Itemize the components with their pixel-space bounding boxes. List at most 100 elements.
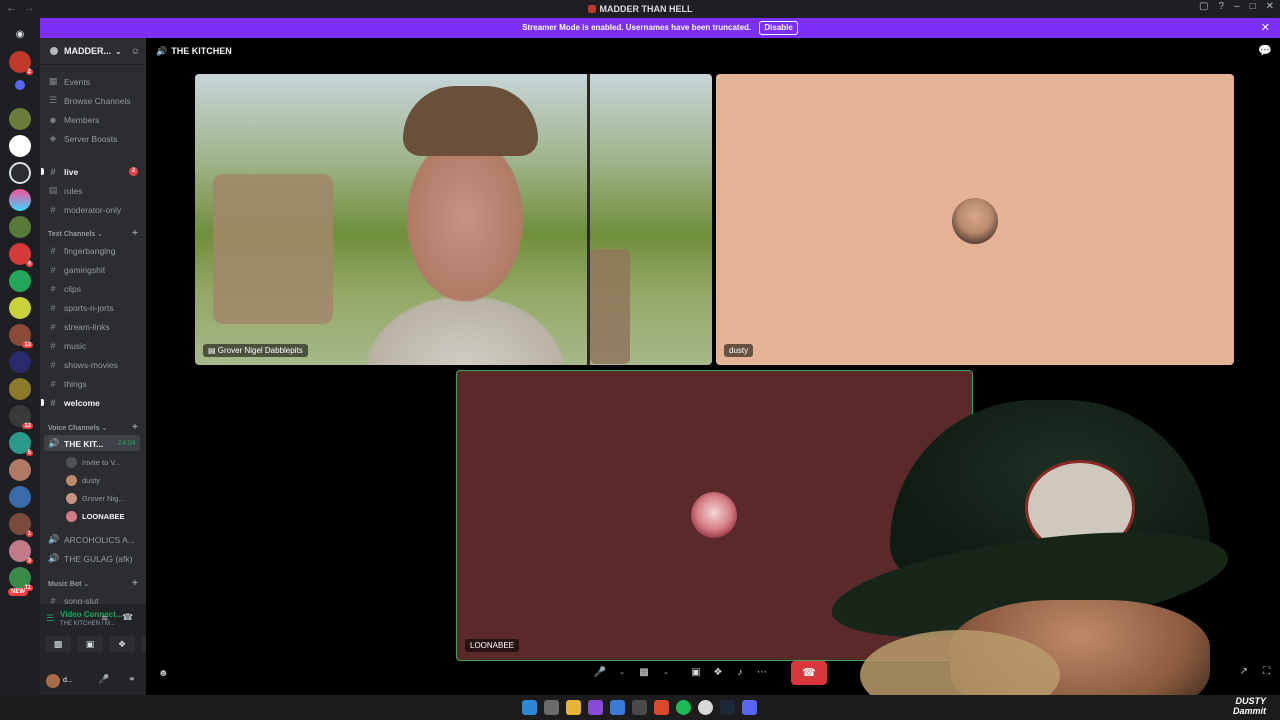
nav-server-boosts[interactable]: ◈ Server Boosts [48, 130, 118, 147]
server-icon[interactable]: 5 [9, 432, 33, 456]
disconnect-icon[interactable]: ☎ [122, 612, 133, 623]
channel-item[interactable]: # things [48, 375, 86, 392]
avatar[interactable] [46, 673, 60, 688]
server-header[interactable]: MADDER... ⌄ ☺ [40, 38, 146, 65]
voice-member[interactable]: Grover Nig... [66, 490, 125, 506]
discord-icon[interactable] [742, 700, 757, 715]
speaker-icon: 🔊 [48, 553, 60, 563]
server-icon[interactable]: 1 [9, 513, 33, 537]
channel-rules[interactable]: ▤ rules [48, 182, 83, 199]
nav-members[interactable]: ☻ Members [48, 111, 99, 128]
add-channel-icon[interactable]: + [132, 422, 138, 433]
screen-share-icon[interactable]: ▣ [77, 636, 103, 652]
channel-welcome[interactable]: # welcome [48, 394, 99, 411]
microphone-icon[interactable]: 🎤 [98, 674, 109, 685]
voice-channel-the-kitchen[interactable]: 🔊 THE KIT... [48, 435, 103, 452]
server-icon[interactable] [9, 216, 31, 238]
add-user-icon[interactable]: ☺ [131, 46, 140, 56]
close-icon[interactable]: ✕ [1261, 18, 1270, 38]
voice-member[interactable]: dusty [66, 472, 100, 488]
screen-share-icon[interactable]: ▣ [685, 662, 707, 684]
server-icon[interactable] [9, 108, 31, 130]
streamer-mode-banner: Streamer Mode is enabled. Usernames have… [40, 18, 1280, 38]
more-options-icon[interactable]: ⋯ [751, 662, 773, 684]
channel-item[interactable]: # fingerbanging [48, 242, 115, 259]
app-icon[interactable] [632, 700, 647, 715]
file-explorer-icon[interactable] [566, 700, 581, 715]
start-icon[interactable] [522, 700, 537, 715]
camera-off-icon[interactable]: ▩ [45, 636, 71, 652]
help-icon[interactable]: ? [1218, 1, 1224, 12]
server-icon[interactable] [9, 189, 31, 211]
server-icon[interactable]: 11 [9, 567, 33, 591]
chat-bubble-icon[interactable]: 💬 [1258, 44, 1272, 57]
chevron-down-icon[interactable]: ⌄ [611, 662, 633, 684]
hang-up-button[interactable]: ☎ [791, 661, 827, 685]
chevron-down-icon[interactable]: ⌄ [655, 662, 677, 684]
folder-icon[interactable] [15, 80, 25, 90]
activities-icon[interactable]: ❖ [109, 636, 135, 652]
activities-icon[interactable]: ❖ [707, 662, 729, 684]
app-icon[interactable] [588, 700, 603, 715]
voice-channel-item[interactable]: 🔊 THE GULAG (afk) [48, 550, 132, 567]
close-icon[interactable]: ✕ [1266, 1, 1274, 12]
server-logo-icon [587, 5, 596, 13]
app-icon[interactable] [610, 700, 625, 715]
voice-status[interactable]: Video Connect... [60, 610, 123, 619]
channel-moderator-only[interactable]: # moderator-only [48, 201, 121, 218]
chrome-icon[interactable] [698, 700, 713, 715]
channel-item[interactable]: # stream-links [48, 318, 109, 335]
channel-item[interactable]: # gamingshit [48, 261, 105, 278]
server-icon[interactable] [9, 135, 31, 157]
steam-icon[interactable] [720, 700, 735, 715]
noise-suppression-icon[interactable]: ≋ [101, 613, 109, 624]
invite-to-voice[interactable]: Invite to V... [66, 454, 121, 470]
server-icon[interactable] [9, 297, 31, 319]
nav-browse-channels[interactable]: ☰ Browse Channels [48, 92, 131, 109]
channel-item[interactable]: # clips [48, 280, 81, 297]
video-tile-dusty[interactable]: dusty [716, 74, 1234, 365]
server-icon[interactable] [9, 486, 31, 508]
add-channel-icon[interactable]: + [132, 228, 138, 239]
microphone-icon[interactable]: 🎤 [589, 662, 611, 684]
add-person-icon[interactable]: ☻ [158, 668, 169, 679]
channel-item[interactable]: # music [48, 337, 86, 354]
channel-item[interactable]: # shows-movies [48, 356, 117, 373]
server-icon[interactable] [9, 351, 31, 373]
nav-events[interactable]: ▦ Events [48, 73, 90, 90]
browser-icon[interactable] [654, 700, 669, 715]
server-icon[interactable]: 13 [9, 324, 33, 348]
camera-off-icon[interactable]: ▩ [633, 662, 655, 684]
minimize-icon[interactable]: – [1234, 1, 1240, 12]
call-controls: 🎤 ⌄ ▩ ⌄ ▣ ❖ ♪ ⋯ ☎ [589, 660, 827, 686]
server-icon[interactable]: 12 [9, 405, 33, 429]
voice-channel-item[interactable]: 🔊 ARCOHOLICS A... [48, 531, 135, 548]
speaker-icon: 🔊 [48, 438, 60, 448]
server-icon[interactable] [9, 162, 31, 184]
video-tile-grover[interactable]: ▤ Grover Nigel Dabblepits [195, 74, 712, 365]
server-icon[interactable]: 4 [9, 243, 33, 267]
task-view-icon[interactable] [544, 700, 559, 715]
hash-icon: # [50, 283, 56, 294]
server-icon[interactable] [9, 378, 31, 400]
disable-streamer-mode-button[interactable]: Disable [759, 21, 798, 35]
server-icon[interactable]: 3 [9, 540, 33, 564]
category-music-bot[interactable]: Music Bot ⌄ + [48, 578, 138, 589]
headphones-icon[interactable]: ⚭ [128, 674, 136, 685]
hash-icon: # [50, 340, 56, 351]
server-icon[interactable] [9, 270, 31, 292]
category-text-channels[interactable]: Text Channels ⌄ + [48, 228, 138, 239]
maximize-icon[interactable]: □ [1250, 1, 1256, 12]
channel-live[interactable]: # live [48, 163, 78, 180]
inbox-icon[interactable]: ▢ [1199, 1, 1208, 12]
participant-name-tag: ▤ Grover Nigel Dabblepits [203, 344, 308, 357]
category-voice-channels[interactable]: Voice Channels ⌄ + [48, 422, 138, 433]
discord-home-icon[interactable]: ◉ [9, 24, 31, 46]
voice-member[interactable]: LOONABEE [66, 508, 125, 524]
soundboard-icon[interactable]: ♪ [729, 662, 751, 684]
channel-item[interactable]: # sports-n-jorts [48, 299, 113, 316]
spotify-icon[interactable] [676, 700, 691, 715]
server-icon[interactable] [9, 459, 31, 481]
server-icon[interactable]: 2 [9, 51, 33, 75]
add-channel-icon[interactable]: + [132, 578, 138, 589]
